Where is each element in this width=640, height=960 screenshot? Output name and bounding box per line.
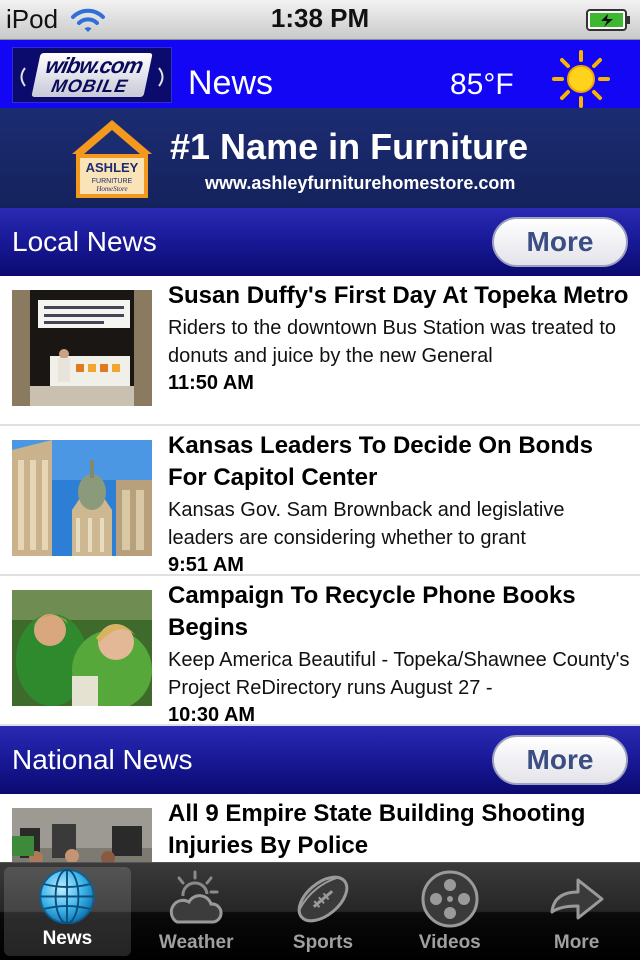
- ad-headline: #1 Name in Furniture: [170, 126, 529, 167]
- news-time: 9:51 AM: [168, 554, 244, 576]
- tab-bar: News Weather Sports Videos More: [0, 862, 640, 960]
- local-news-list: Susan Duffy's First Day At Topeka Metro …: [0, 276, 640, 726]
- news-thumbnail: [12, 590, 152, 706]
- section-title: Local News: [12, 226, 157, 257]
- tab-label: Sports: [292, 932, 354, 953]
- ad-url: www.ashleyfurniturehomestore.com: [205, 173, 516, 193]
- news-title: Kansas Leaders To Decide On Bonds For Ca…: [168, 432, 594, 491]
- news-row-text: Susan Duffy's First Day At Topeka Metro …: [168, 280, 634, 395]
- news-summary: Keep America Beautiful - Topeka/Shawnee …: [168, 649, 630, 699]
- status-time: 1:38 PM: [270, 3, 370, 33]
- news-thumbnail: [12, 440, 152, 556]
- tab-weather[interactable]: Weather: [133, 863, 260, 960]
- tab-more[interactable]: More: [513, 863, 640, 960]
- news-row-text: Kansas Leaders To Decide On Bonds For Ca…: [168, 430, 634, 576]
- news-thumbnail: [12, 808, 152, 862]
- tab-label: More: [553, 932, 600, 953]
- news-summary: Kansas Gov. Sam Brownback and legislativ…: [168, 499, 565, 549]
- ashley-logo: ASHLEY FURNITURE HomeStore: [72, 120, 152, 198]
- signal-wave-icon: [20, 67, 26, 87]
- status-bar: iPod 1:38 PM: [0, 0, 640, 40]
- page-title: News: [188, 64, 274, 102]
- news-row[interactable]: Susan Duffy's First Day At Topeka Metro …: [0, 276, 640, 426]
- film-reel-icon: [421, 870, 479, 928]
- news-thumbnail: [12, 290, 152, 406]
- battery-icon: [586, 9, 630, 31]
- news-title: All 9 Empire State Building Shooting Inj…: [168, 800, 586, 859]
- logo-bottom-text: MOBILE: [49, 76, 130, 96]
- logo-top-text: wibw.com: [43, 53, 145, 78]
- ad-logo-top: ASHLEY: [86, 160, 139, 175]
- news-time: 11:50 AM: [168, 372, 254, 394]
- news-title: Susan Duffy's First Day At Topeka Metro: [168, 282, 629, 309]
- arrow-icon: [550, 878, 604, 920]
- wibw-logo[interactable]: wibw.com MOBILE: [12, 47, 172, 103]
- tab-sports[interactable]: Sports: [260, 863, 387, 960]
- tab-label: Videos: [418, 932, 481, 953]
- national-news-list: All 9 Empire State Building Shooting Inj…: [0, 794, 640, 862]
- national-news-more-button[interactable]: More: [492, 735, 628, 785]
- tab-videos[interactable]: Videos: [386, 863, 513, 960]
- local-news-header: Local News More: [0, 208, 640, 276]
- tab-label: Weather: [158, 932, 234, 953]
- logo-wordmark: wibw.com MOBILE: [31, 53, 153, 97]
- ad-logo-sub: HomeStore: [95, 185, 127, 193]
- national-news-header: National News More: [0, 726, 640, 794]
- tab-label: News: [42, 928, 93, 949]
- globe-icon: [39, 868, 95, 925]
- football-icon: [297, 875, 349, 923]
- ad-logo-bottom: FURNITURE: [92, 178, 133, 185]
- temperature-label[interactable]: 85°F: [450, 68, 514, 102]
- ad-banner[interactable]: ASHLEY FURNITURE HomeStore #1 Name in Fu…: [0, 108, 640, 208]
- section-title: National News: [12, 744, 193, 775]
- news-row-text: Campaign To Recycle Phone Books Begins K…: [168, 580, 634, 726]
- news-summary: Riders to the downtown Bus Station was t…: [168, 317, 617, 367]
- news-row[interactable]: All 9 Empire State Building Shooting Inj…: [0, 794, 640, 862]
- weather-icon: [170, 870, 223, 924]
- sun-icon[interactable]: [552, 50, 610, 108]
- signal-wave-icon: [158, 67, 164, 87]
- news-row[interactable]: Campaign To Recycle Phone Books Begins K…: [0, 576, 640, 726]
- news-title: Campaign To Recycle Phone Books Begins: [168, 582, 576, 641]
- local-news-more-button[interactable]: More: [492, 217, 628, 267]
- news-time: 10:30 AM: [168, 704, 256, 726]
- news-row[interactable]: Kansas Leaders To Decide On Bonds For Ca…: [0, 426, 640, 576]
- news-row-text: All 9 Empire State Building Shooting Inj…: [168, 798, 634, 862]
- app-header: wibw.com MOBILE News 85°F: [0, 40, 640, 108]
- tab-news[interactable]: News: [4, 867, 131, 956]
